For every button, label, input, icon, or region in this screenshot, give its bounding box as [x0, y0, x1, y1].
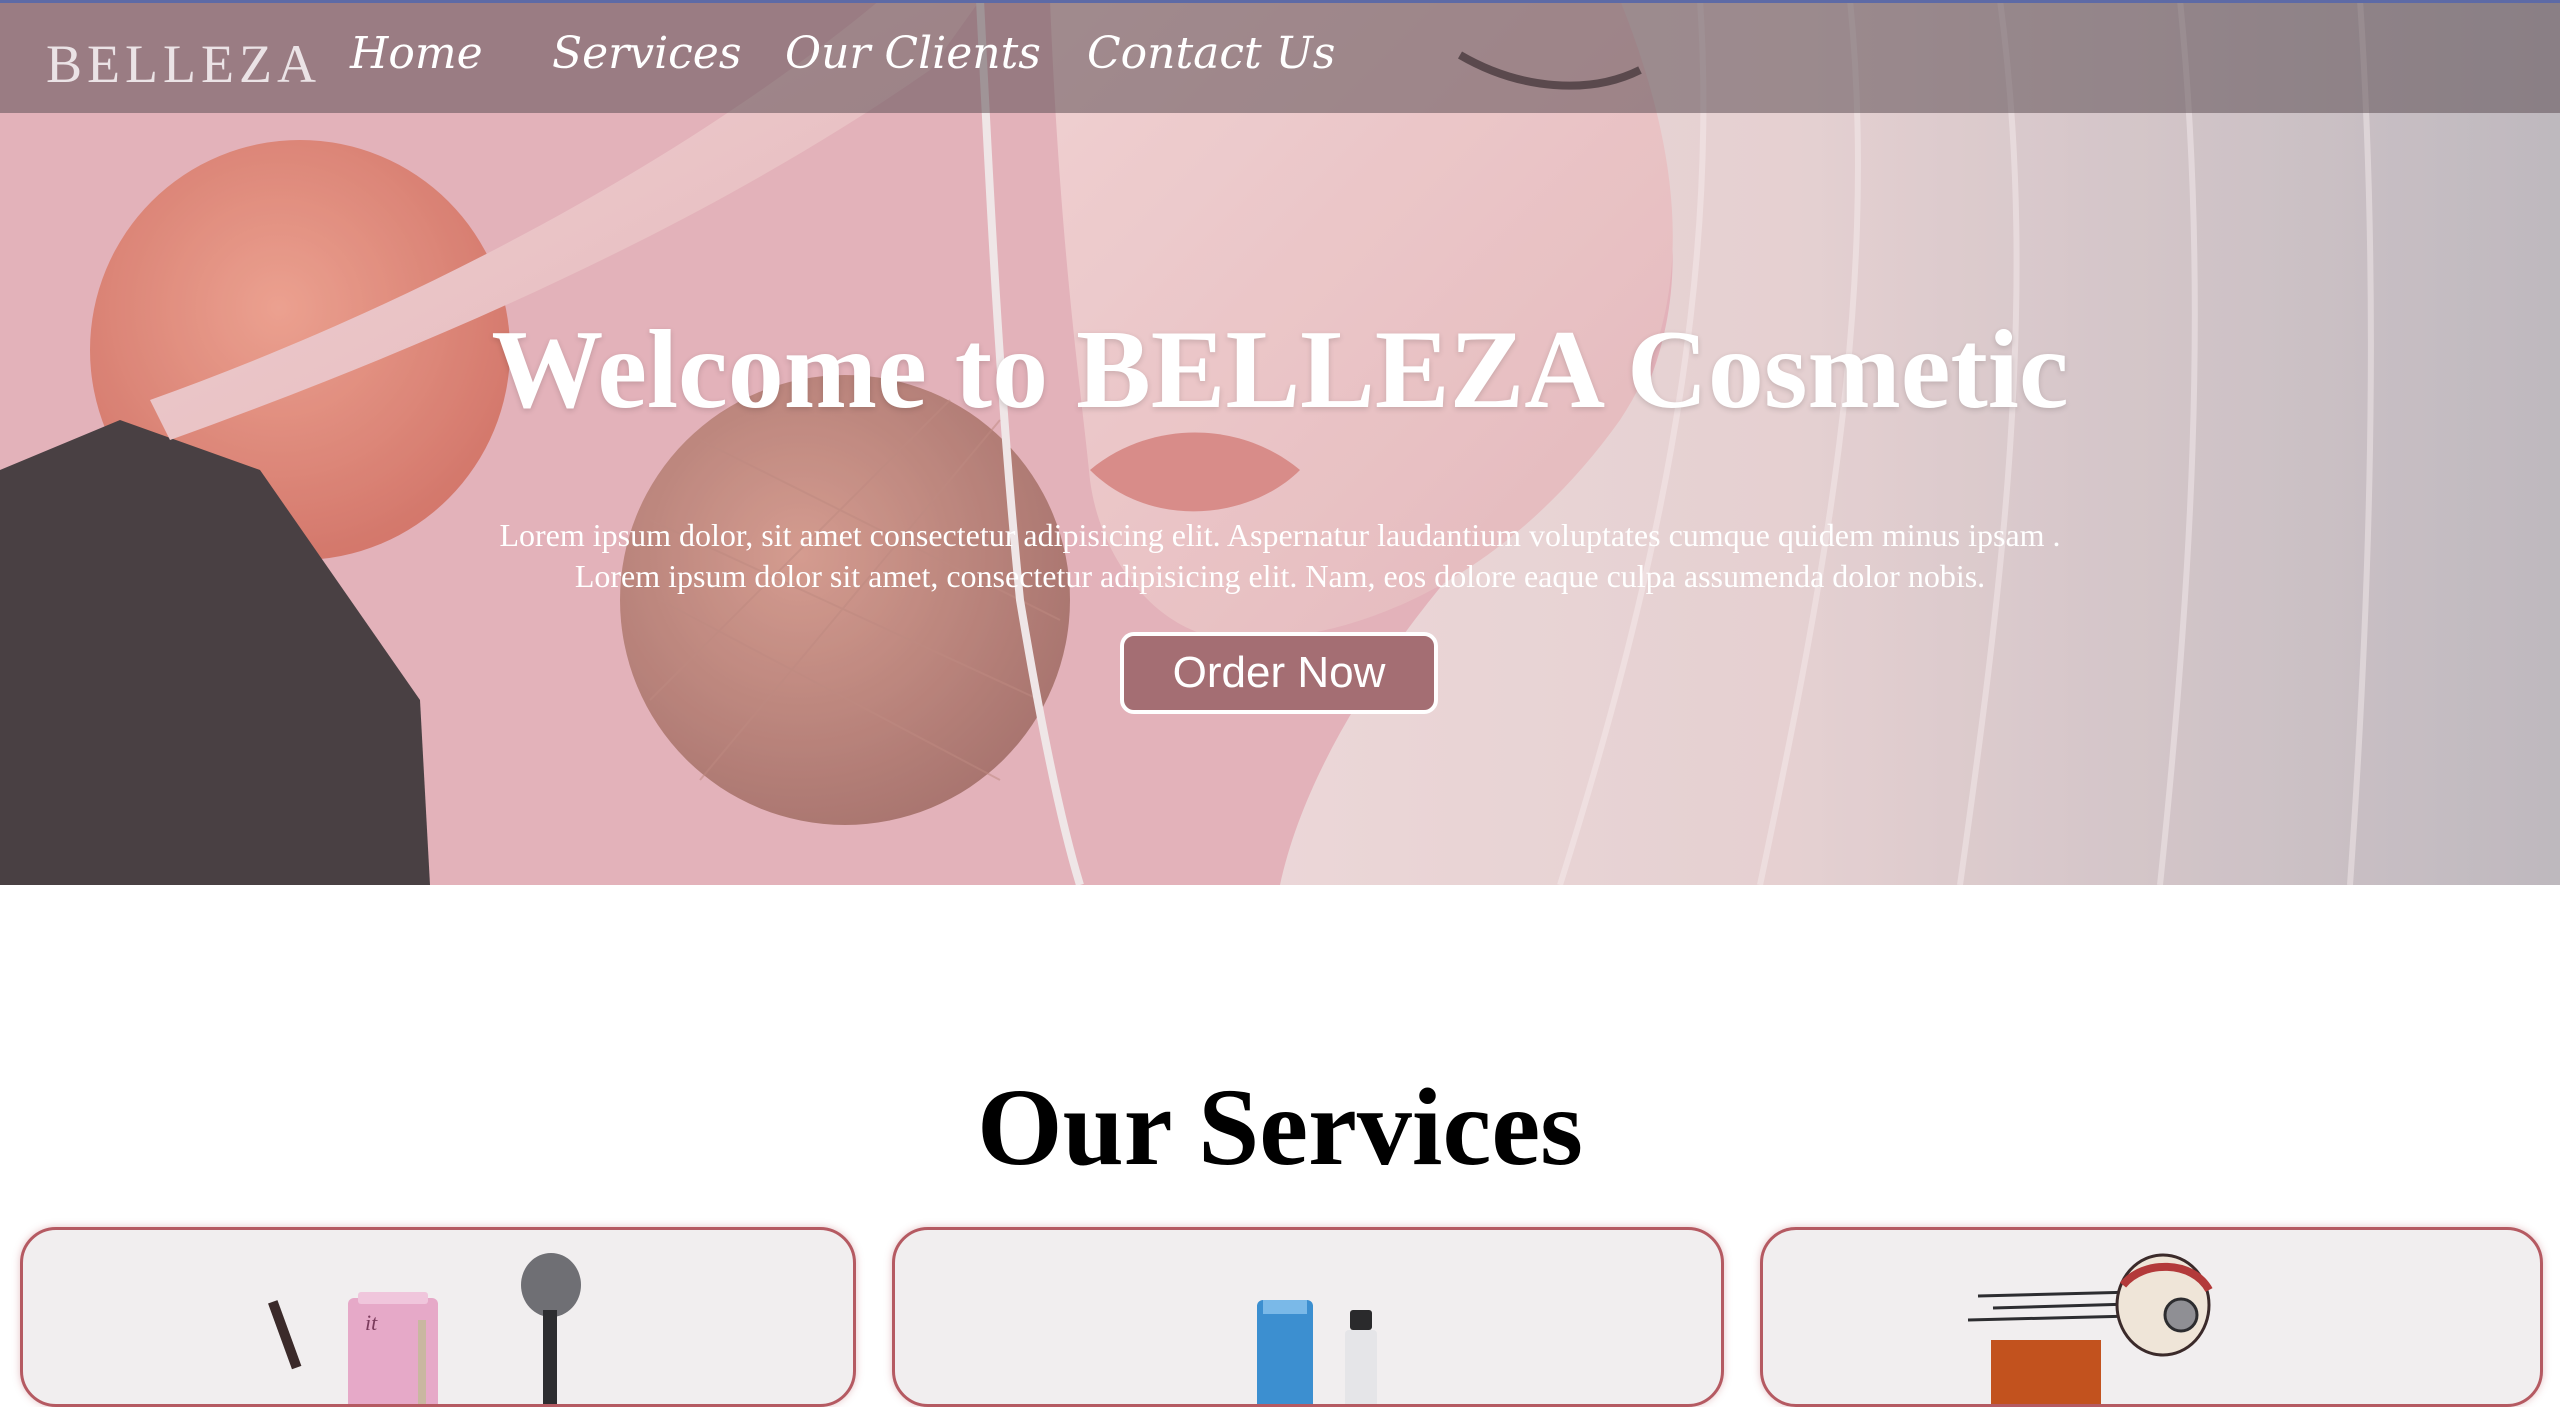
brand-logo[interactable]: BELLEZA	[46, 33, 321, 95]
hero-section: BELLEZA Home Services Our Clients Contac…	[0, 0, 2560, 885]
services-title: Our Services	[977, 1066, 1583, 1188]
service-card-2[interactable]	[892, 1227, 1724, 1407]
makeup-products-image: it	[268, 1253, 581, 1404]
hero-description-line-1: Lorem ipsum dolor, sit amet consectetur …	[499, 517, 2061, 553]
nav-link-services[interactable]: Services	[552, 28, 741, 79]
hero-description: Lorem ipsum dolor, sit amet consectetur …	[0, 515, 2560, 597]
svg-text:it: it	[365, 1310, 378, 1335]
service-card-3[interactable]	[1760, 1227, 2543, 1407]
nav-link-our-clients[interactable]: Our Clients	[785, 28, 1041, 79]
delivery-helmet-image	[1967, 1253, 2213, 1404]
order-now-button[interactable]: Order Now	[1120, 632, 1438, 714]
hero-content: Welcome to BELLEZA Cosmetic Lorem ipsum …	[0, 0, 2560, 885]
service-card-1[interactable]: it	[20, 1227, 856, 1407]
hero-description-line-2: Lorem ipsum dolor sit amet, consectetur …	[574, 558, 1986, 594]
skincare-bottles-image	[1257, 1300, 1377, 1404]
nav-link-home[interactable]: Home	[350, 28, 483, 79]
top-navbar: BELLEZA Home Services Our Clients Contac…	[0, 0, 2560, 113]
hero-title: Welcome to BELLEZA Cosmetic	[491, 308, 2069, 432]
nav-link-contact-us[interactable]: Contact Us	[1087, 28, 1335, 79]
